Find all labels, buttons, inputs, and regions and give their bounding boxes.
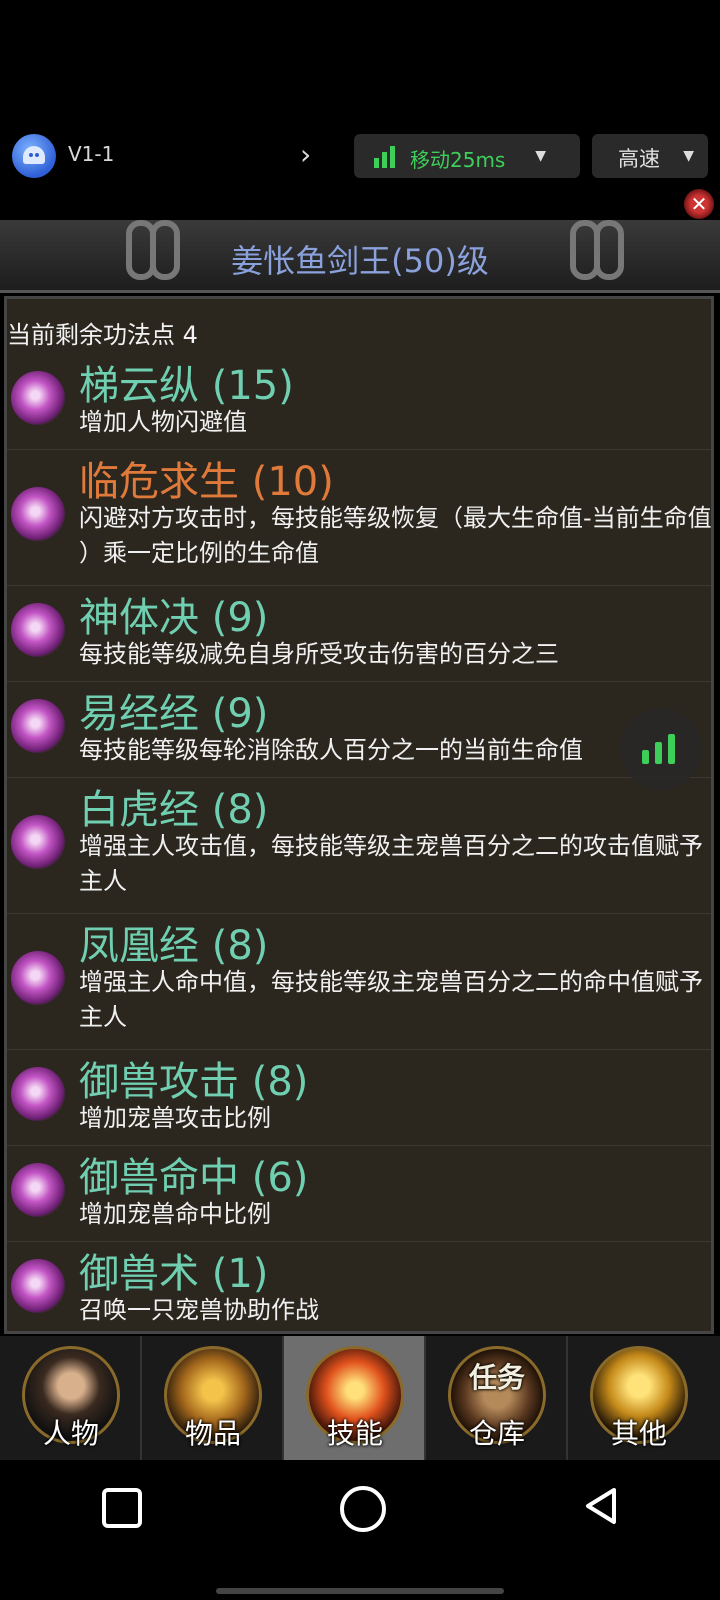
skill-orb-icon: [11, 603, 65, 657]
skill-item[interactable]: 凤凰经 (8) 增强主人命中值，每技能等级主宠兽百分之二的命中值赋予主人: [7, 913, 711, 1050]
tab-label: 技能: [326, 1417, 383, 1450]
window-header: 姜怅鱼剑王(50)级: [0, 220, 720, 293]
tab-other[interactable]: 其他: [568, 1336, 710, 1460]
skill-name: 易经经 (9): [79, 691, 269, 737]
bottom-tab-bar: 人物 物品 技能 任务 仓库 其他: [0, 1336, 720, 1460]
tab-label: 物品: [184, 1417, 241, 1450]
status-bar: V1-1 › 移动25ms ▼ 高速 ▼: [0, 130, 720, 180]
system-nav-bar: [0, 1460, 720, 1600]
skill-description: 每技能等级减免自身所受攻击伤害的百分之三: [79, 640, 559, 668]
skill-item[interactable]: 易经经 (9) 每技能等级每轮消除敌人百分之一的当前生命值: [7, 681, 711, 778]
skill-orb-icon: [11, 1067, 65, 1121]
skill-name: 御兽攻击 (8): [79, 1059, 309, 1105]
skill-description: 增强主人攻击值，每技能等级主宠兽百分之二的攻击值赋予主人: [79, 832, 703, 895]
tab-label: 其他: [610, 1417, 667, 1450]
speed-label: 高速: [618, 147, 660, 171]
skill-orb-icon: [11, 815, 65, 869]
skill-orb-icon: [11, 951, 65, 1005]
skill-item[interactable]: 神体决 (9) 每技能等级减免自身所受攻击伤害的百分之三: [7, 585, 711, 682]
skill-name: 临危求生 (10): [79, 459, 334, 505]
recent-apps-button[interactable]: [102, 1488, 142, 1528]
skill-description: 增加人物闪避值: [79, 408, 247, 436]
skill-item[interactable]: 御兽术 (1) 召唤一只宠兽协助作战: [7, 1241, 711, 1331]
skill-name: 白虎经 (8): [79, 787, 269, 833]
skill-orb-icon: [11, 1259, 65, 1313]
skill-description: 增加宠兽命中比例: [79, 1200, 271, 1228]
skill-name: 神体决 (9): [79, 595, 269, 641]
remaining-points: 当前剩余功法点 4: [7, 321, 198, 349]
tab-label: 人物: [42, 1417, 99, 1450]
skill-name: 御兽术 (1): [79, 1251, 269, 1297]
tab-warehouse[interactable]: 任务 仓库: [426, 1336, 568, 1460]
skill-description: 闪避对方攻击时，每技能等级恢复（最大生命值-当前生命值 ）乘一定比例的生命值: [79, 504, 712, 567]
skill-item[interactable]: 白虎经 (8) 增强主人攻击值，每技能等级主宠兽百分之二的攻击值赋予主人: [7, 777, 711, 914]
skill-item[interactable]: 御兽命中 (6) 增加宠兽命中比例: [7, 1145, 711, 1242]
chevron-down-icon: ▼: [535, 148, 546, 164]
tab-character[interactable]: 人物: [0, 1336, 142, 1460]
network-selector[interactable]: 移动25ms ▼: [354, 134, 580, 178]
floating-signal-button[interactable]: [620, 708, 702, 790]
skill-description: 增加宠兽攻击比例: [79, 1104, 271, 1132]
back-button[interactable]: [582, 1486, 622, 1526]
tab-items[interactable]: 物品: [142, 1336, 284, 1460]
skill-item[interactable]: 御兽攻击 (8) 增加宠兽攻击比例: [7, 1049, 711, 1146]
skill-description: 每技能等级每轮消除敌人百分之一的当前生命值: [79, 736, 583, 764]
skill-description: 召唤一只宠兽协助作战: [79, 1296, 319, 1324]
skill-description: 增强主人命中值，每技能等级主宠兽百分之二的命中值赋予主人: [79, 968, 703, 1031]
speed-selector[interactable]: 高速 ▼: [592, 134, 708, 178]
skill-orb-icon: [11, 487, 65, 541]
home-button[interactable]: [340, 1486, 386, 1532]
page-title: 姜怅鱼剑王(50)级: [231, 242, 489, 280]
chevron-down-icon: ▼: [683, 148, 694, 164]
skill-name: 凤凰经 (8): [79, 923, 269, 969]
close-button[interactable]: ✕: [684, 189, 714, 219]
skill-item[interactable]: 梯云纵 (15) 增加人物闪避值: [7, 353, 711, 450]
skill-orb-icon: [11, 1163, 65, 1217]
skill-orb-icon: [11, 371, 65, 425]
skill-item[interactable]: 临危求生 (10) 闪避对方攻击时，每技能等级恢复（最大生命值-当前生命值 ）乘…: [7, 449, 712, 586]
tab-skills[interactable]: 技能: [284, 1336, 426, 1460]
task-overlay-label: 任务: [468, 1361, 525, 1394]
skill-panel[interactable]: 当前剩余功法点 4 梯云纵 (15) 增加人物闪避值 临危求生 (10) 闪避对…: [4, 296, 714, 1334]
network-label: 移动25ms: [410, 148, 506, 172]
gesture-bar: [216, 1588, 504, 1594]
tab-label: 仓库: [468, 1417, 525, 1450]
skill-orb-icon: [11, 699, 65, 753]
skill-name: 梯云纵 (15): [79, 363, 294, 409]
signal-bars-icon: [374, 146, 398, 168]
version-label: V1-1: [68, 142, 115, 166]
chevron-right-icon[interactable]: ›: [300, 138, 311, 171]
android-app-icon[interactable]: [12, 134, 56, 178]
skill-name: 御兽命中 (6): [79, 1155, 309, 1201]
